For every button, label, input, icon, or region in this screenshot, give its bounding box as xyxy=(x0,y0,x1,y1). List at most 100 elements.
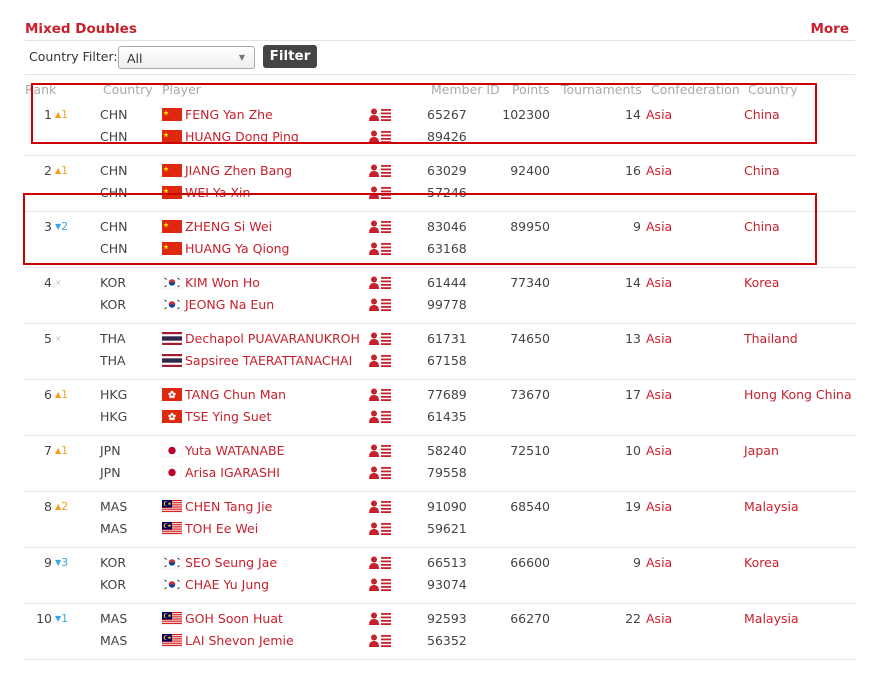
player-profile-icon[interactable] xyxy=(369,466,393,479)
points-value: 72510 xyxy=(480,443,550,458)
member-id: 61435 xyxy=(427,409,467,424)
filter-button[interactable]: Filter xyxy=(263,45,317,68)
hkg-flag-icon xyxy=(162,410,182,423)
country-link[interactable]: Hong Kong China xyxy=(744,387,852,402)
points-value: 92400 xyxy=(480,163,550,178)
member-id: 61731 xyxy=(427,331,467,346)
rank-change: ▲1 xyxy=(55,164,68,177)
more-link[interactable]: More xyxy=(810,21,849,37)
kor-flag-icon xyxy=(162,276,182,289)
player-profile-icon[interactable] xyxy=(369,276,393,289)
member-id: 66513 xyxy=(427,555,467,570)
player-profile-icon[interactable] xyxy=(369,578,393,591)
jpn-flag-icon xyxy=(162,444,182,457)
player-profile-icon[interactable] xyxy=(369,556,393,569)
player-name-link[interactable]: CHAE Yu Jung xyxy=(185,577,269,592)
mas-flag-icon xyxy=(162,522,182,535)
rank-change-amount: 2 xyxy=(61,500,68,513)
player-name-link[interactable]: CHEN Tang Jie xyxy=(185,499,272,514)
mas-flag-icon xyxy=(162,634,182,647)
member-id: 77689 xyxy=(427,387,467,402)
tournaments-value: 22 xyxy=(555,611,641,626)
table-row: 10▼1MASGOH Soon Huat92593MASLAI Shevon J… xyxy=(25,604,855,660)
player-name-link[interactable]: TANG Chun Man xyxy=(185,387,286,402)
country-code: CHN xyxy=(100,163,127,178)
confederation-link[interactable]: Asia xyxy=(646,611,672,626)
country-link[interactable]: Korea xyxy=(744,555,779,570)
triangle-up-icon: ▲ xyxy=(55,390,61,399)
mas-flag-icon xyxy=(162,500,182,513)
player-name-link[interactable]: TSE Ying Suet xyxy=(185,409,271,424)
player-profile-icon[interactable] xyxy=(369,298,393,311)
country-filter-select[interactable]: All ▼ xyxy=(118,46,255,69)
player-profile-icon[interactable] xyxy=(369,522,393,535)
player-name-link[interactable]: Arisa IGARASHI xyxy=(185,465,280,480)
hkg-flag-icon xyxy=(162,388,182,401)
rank-change-amount: 1 xyxy=(61,444,68,457)
tha-flag-icon xyxy=(162,332,182,345)
member-id: 61444 xyxy=(427,275,467,290)
country-code: MAS xyxy=(100,521,127,536)
country-link[interactable]: Japan xyxy=(744,443,779,458)
player-name-link[interactable]: JEONG Na Eun xyxy=(185,297,274,312)
country-code: MAS xyxy=(100,611,127,626)
country-code: JPN xyxy=(100,465,121,480)
table-row: 6▲1HKGTANG Chun Man77689HKGTSE Ying Suet… xyxy=(25,380,855,436)
triangle-up-icon: ▲ xyxy=(55,166,61,175)
member-id: 67158 xyxy=(427,353,467,368)
player-profile-icon[interactable] xyxy=(369,410,393,423)
player-profile-icon[interactable] xyxy=(369,444,393,457)
player-profile-icon[interactable] xyxy=(369,164,393,177)
player-profile-icon[interactable] xyxy=(369,388,393,401)
player-name-link[interactable]: SEO Seung Jae xyxy=(185,555,277,570)
country-link[interactable]: Korea xyxy=(744,275,779,290)
confederation-link[interactable]: Asia xyxy=(646,443,672,458)
country-code: KOR xyxy=(100,297,126,312)
confederation-link[interactable]: Asia xyxy=(646,499,672,514)
points-value: 73670 xyxy=(480,387,550,402)
player-name-link[interactable]: Yuta WATANABE xyxy=(185,443,285,458)
player-profile-icon[interactable] xyxy=(369,612,393,625)
points-value: 77340 xyxy=(480,275,550,290)
country-link[interactable]: China xyxy=(744,163,780,178)
rank-value: 7 xyxy=(25,443,52,458)
player-name-link[interactable]: GOH Soon Huat xyxy=(185,611,283,626)
player-profile-icon[interactable] xyxy=(369,354,393,367)
player-name-link[interactable]: KIM Won Ho xyxy=(185,275,260,290)
country-code: MAS xyxy=(100,633,127,648)
rank-value: 9 xyxy=(25,555,52,570)
player-name-link[interactable]: TOH Ee Wei xyxy=(185,521,258,536)
rank-value: 2 xyxy=(25,163,52,178)
player-profile-icon[interactable] xyxy=(369,634,393,647)
table-row: 7▲1JPNYuta WATANABE58240JPNArisa IGARASH… xyxy=(25,436,855,492)
player-name-link[interactable]: Sapsiree TAERATTANACHAI xyxy=(185,353,352,368)
player-name-link[interactable]: JIANG Zhen Bang xyxy=(185,163,292,178)
confederation-link[interactable]: Asia xyxy=(646,275,672,290)
member-id: 58240 xyxy=(427,443,467,458)
confederation-link[interactable]: Asia xyxy=(646,331,672,346)
confederation-link[interactable]: Asia xyxy=(646,163,672,178)
tournaments-value: 13 xyxy=(555,331,641,346)
member-id: 63029 xyxy=(427,163,467,178)
player-profile-icon[interactable] xyxy=(369,332,393,345)
member-id: 79558 xyxy=(427,465,467,480)
triangle-up-icon: ▲ xyxy=(55,446,61,455)
country-link[interactable]: Malaysia xyxy=(744,499,799,514)
triangle-down-icon: ▼ xyxy=(55,614,61,623)
highlight-box xyxy=(31,83,817,144)
tournaments-value: 14 xyxy=(555,275,641,290)
country-link[interactable]: Thailand xyxy=(744,331,798,346)
chn-flag-icon xyxy=(162,164,182,177)
points-value: 74650 xyxy=(480,331,550,346)
player-name-link[interactable]: Dechapol PUAVARANUKROH xyxy=(185,331,360,346)
player-name-link[interactable]: LAI Shevon Jemie xyxy=(185,633,294,648)
tournaments-value: 19 xyxy=(555,499,641,514)
confederation-link[interactable]: Asia xyxy=(646,555,672,570)
points-value: 66600 xyxy=(480,555,550,570)
confederation-link[interactable]: Asia xyxy=(646,387,672,402)
points-value: 68540 xyxy=(480,499,550,514)
member-id: 59621 xyxy=(427,521,467,536)
player-profile-icon[interactable] xyxy=(369,500,393,513)
country-link[interactable]: Malaysia xyxy=(744,611,799,626)
chevron-down-icon: ▼ xyxy=(239,53,245,62)
